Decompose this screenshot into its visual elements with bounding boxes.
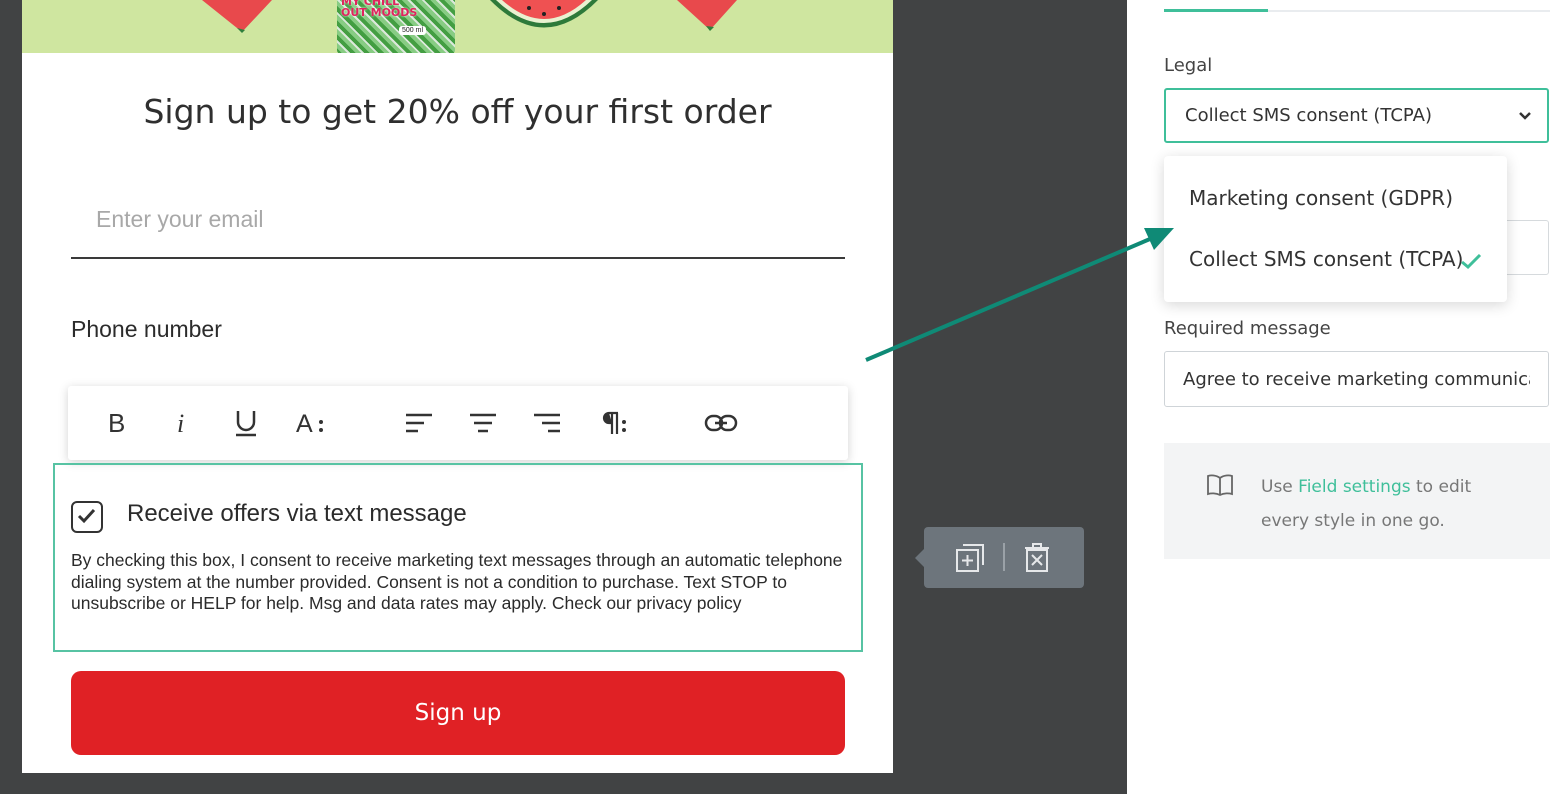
italic-icon[interactable]: i — [170, 402, 194, 444]
selected-check-icon — [1461, 253, 1482, 270]
editor-canvas: MY CHILL OUT MOODS 500 ml Sign up to get… — [0, 0, 1127, 794]
chevron-down-icon — [1519, 112, 1531, 120]
signup-form-preview: MY CHILL OUT MOODS 500 ml Sign up to get… — [22, 0, 893, 773]
delete-icon[interactable] — [1020, 541, 1054, 575]
legal-dropdown-menu: Marketing consent (GDPR) Collect SMS con… — [1164, 156, 1507, 302]
hero-image: MY CHILL OUT MOODS 500 ml — [22, 0, 893, 53]
tip-prefix: Use — [1261, 477, 1299, 497]
can-label: MY CHILL OUT MOODS — [341, 0, 418, 19]
can-volume: 500 ml — [399, 26, 427, 35]
form-headline: Sign up to get 20% off your first order — [143, 92, 772, 131]
legal-select[interactable]: Collect SMS consent (TCPA) — [1164, 88, 1549, 143]
bold-icon[interactable]: B — [104, 402, 130, 444]
drink-can: MY CHILL OUT MOODS 500 ml — [337, 0, 455, 53]
watermelon-slice-right — [677, 0, 737, 31]
legal-selected-value: Collect SMS consent (TCPA) — [1185, 105, 1432, 126]
watermelon-slice-center — [490, 0, 598, 28]
element-actions-popover — [915, 527, 1084, 588]
consent-label: Receive offers via text message — [127, 500, 467, 527]
actions-divider — [1003, 543, 1005, 571]
tip-text: Use Field settings to edit every style i… — [1261, 470, 1511, 538]
legal-label: Legal — [1164, 55, 1213, 76]
align-left-icon[interactable] — [404, 402, 434, 444]
svg-text:B: B — [108, 410, 125, 436]
svg-text:A: A — [296, 410, 313, 436]
duplicate-icon[interactable] — [953, 541, 987, 575]
watermelon-slice-left — [202, 0, 272, 33]
active-tab-indicator — [1164, 9, 1268, 12]
font-size-icon[interactable]: A — [296, 402, 328, 444]
checkmark-icon — [77, 508, 96, 524]
link-icon[interactable] — [704, 402, 738, 444]
field-settings-tip: Use Field settings to edit every style i… — [1164, 443, 1550, 559]
signup-button[interactable]: Sign up — [71, 671, 845, 755]
consent-checkbox[interactable] — [71, 501, 103, 533]
paragraph-icon[interactable] — [598, 402, 628, 444]
field-settings-link[interactable]: Field settings — [1298, 477, 1410, 497]
properties-panel: Legal Collect SMS consent (TCPA) Marketi… — [1127, 0, 1568, 794]
svg-text:i: i — [177, 410, 184, 436]
consent-disclaimer: By checking this box, I consent to recei… — [71, 550, 843, 613]
sms-consent-block[interactable]: Receive offers via text message By check… — [53, 463, 863, 652]
legal-option-gdpr[interactable]: Marketing consent (GDPR) — [1189, 186, 1453, 210]
align-center-icon[interactable] — [468, 402, 498, 444]
align-right-icon[interactable] — [532, 402, 562, 444]
book-icon — [1207, 474, 1233, 497]
underline-icon[interactable] — [232, 402, 260, 444]
required-message-input[interactable] — [1164, 351, 1549, 407]
text-format-toolbar: B i A — [68, 386, 848, 460]
required-message-label: Required message — [1164, 318, 1331, 339]
email-input[interactable] — [71, 196, 845, 259]
phone-number-label: Phone number — [71, 316, 222, 342]
legal-option-tcpa[interactable]: Collect SMS consent (TCPA) — [1189, 247, 1463, 271]
